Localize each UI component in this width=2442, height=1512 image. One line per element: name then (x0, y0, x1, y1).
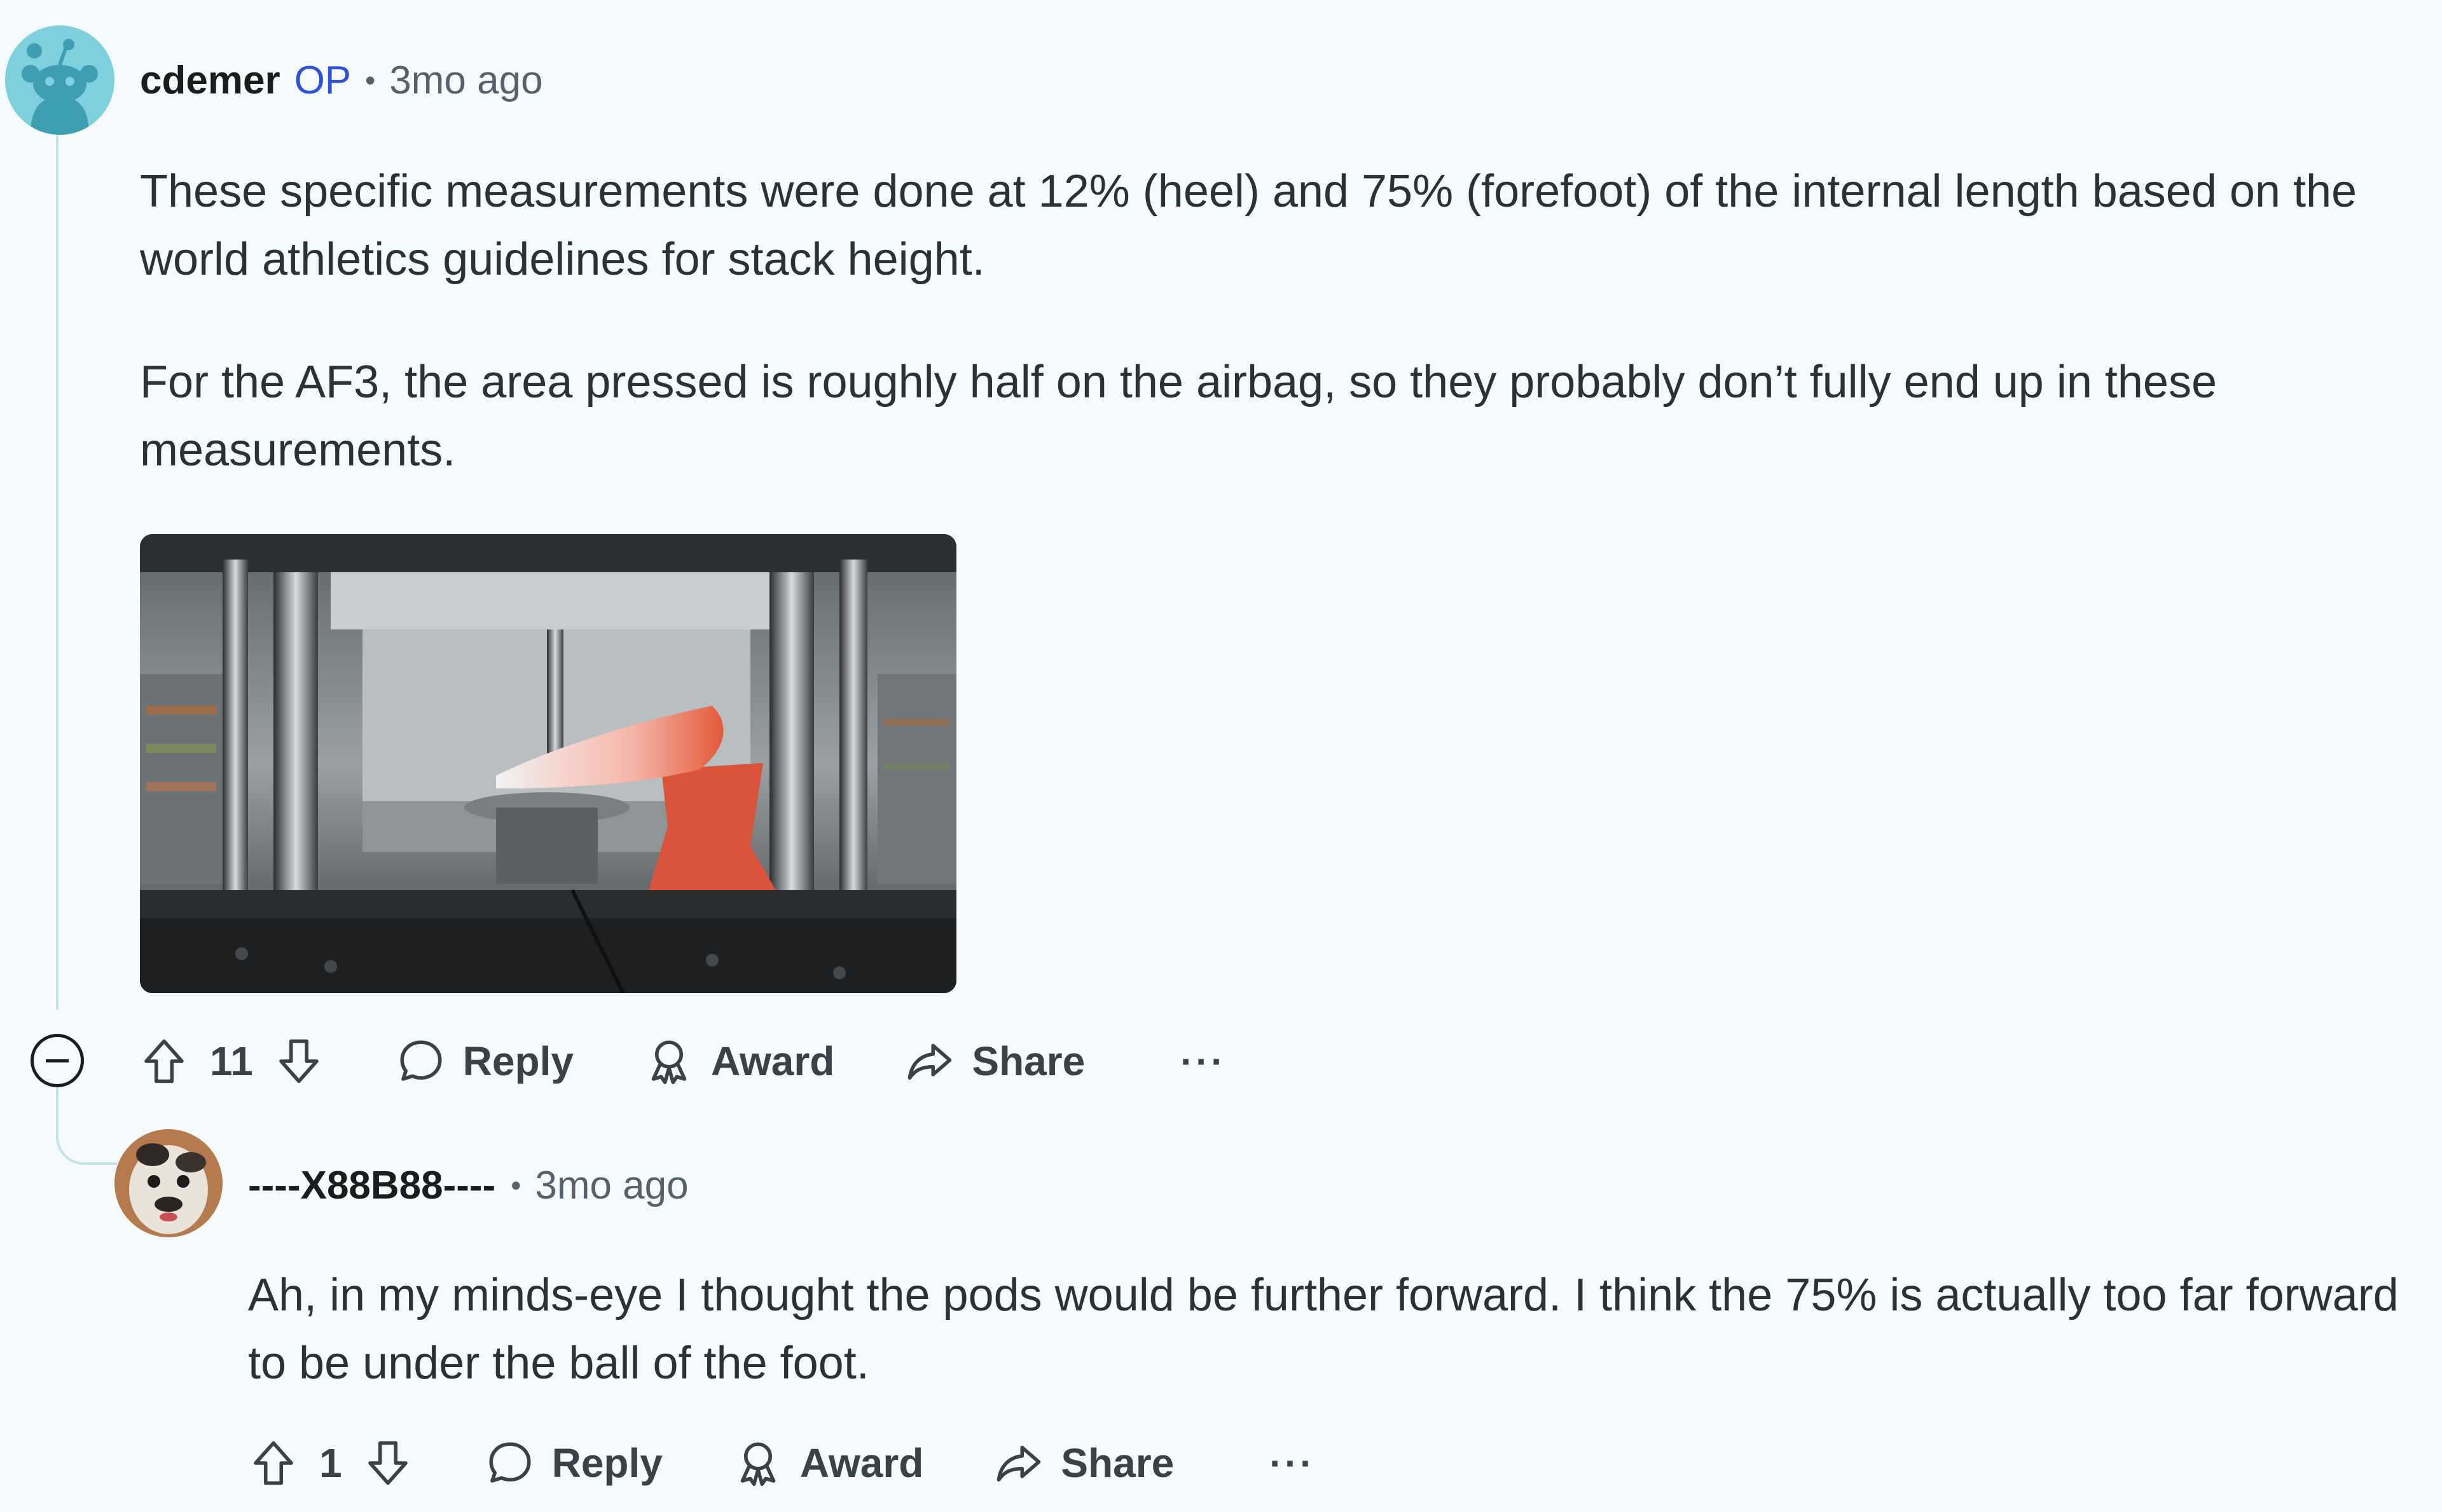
thread-line[interactable] (56, 134, 59, 1010)
share-button[interactable]: Share (992, 1436, 1174, 1490)
comment-timestamp[interactable]: 3mo ago (389, 58, 542, 103)
award-label: Award (799, 1440, 924, 1486)
share-arrow-icon (903, 1034, 956, 1088)
award-button[interactable]: Award (642, 1034, 834, 1088)
reply-button[interactable]: Reply (483, 1436, 663, 1490)
comment-paragraph: Ah, in my minds-eye I thought the pods w… (248, 1270, 2399, 1389)
reply-button[interactable]: Reply (394, 1034, 574, 1088)
comment-thread: cdemer OP • 3mo ago These specific measu… (0, 0, 2442, 1512)
op-badge: OP (294, 58, 352, 102)
comment-action-bar: 11 Reply Award Share ··· (137, 1026, 1226, 1096)
collapse-minus-icon (46, 1059, 69, 1062)
avatar-op[interactable] (5, 25, 114, 135)
share-label: Share (1061, 1440, 1175, 1486)
username[interactable]: ----X88B88---- (248, 1163, 495, 1208)
meta-separator: • (511, 1169, 521, 1202)
thread-branch-line (56, 1081, 117, 1165)
collapse-thread-button[interactable] (31, 1034, 84, 1087)
more-options-button[interactable]: ··· (1180, 1040, 1226, 1083)
comment-header: ----X88B88---- • 3mo ago (248, 1160, 689, 1211)
vote-score: 11 (210, 1038, 253, 1084)
share-arrow-icon (992, 1436, 1045, 1490)
comment-action-bar: 1 Reply Award Share ··· (247, 1428, 1315, 1498)
award-label: Award (710, 1038, 835, 1084)
comment-paragraph: These specific measurements were done at… (140, 166, 2357, 285)
award-ribbon-icon (731, 1436, 785, 1490)
comment-paragraph: For the AF3, the area pressed is roughly… (140, 357, 2218, 476)
downvote-icon[interactable] (361, 1436, 415, 1490)
share-button[interactable]: Share (903, 1034, 1085, 1088)
upvote-icon[interactable] (137, 1034, 191, 1088)
speech-bubble-icon (483, 1436, 537, 1490)
award-button[interactable]: Award (731, 1436, 923, 1490)
share-label: Share (972, 1038, 1086, 1084)
upvote-icon[interactable] (247, 1436, 300, 1490)
comment-image[interactable] (140, 534, 956, 993)
username[interactable]: cdemer (140, 58, 280, 103)
award-ribbon-icon (642, 1034, 696, 1088)
downvote-icon[interactable] (272, 1034, 326, 1088)
comment-timestamp[interactable]: 3mo ago (535, 1163, 688, 1208)
more-options-button[interactable]: ··· (1269, 1441, 1315, 1485)
reply-label: Reply (551, 1440, 663, 1486)
avatar-reply[interactable] (114, 1129, 223, 1237)
speech-bubble-icon (394, 1034, 448, 1088)
meta-separator: • (365, 64, 376, 97)
reply-label: Reply (462, 1038, 574, 1084)
vote-score: 1 (319, 1440, 342, 1486)
comment-header: cdemer OP • 3mo ago (140, 55, 543, 106)
